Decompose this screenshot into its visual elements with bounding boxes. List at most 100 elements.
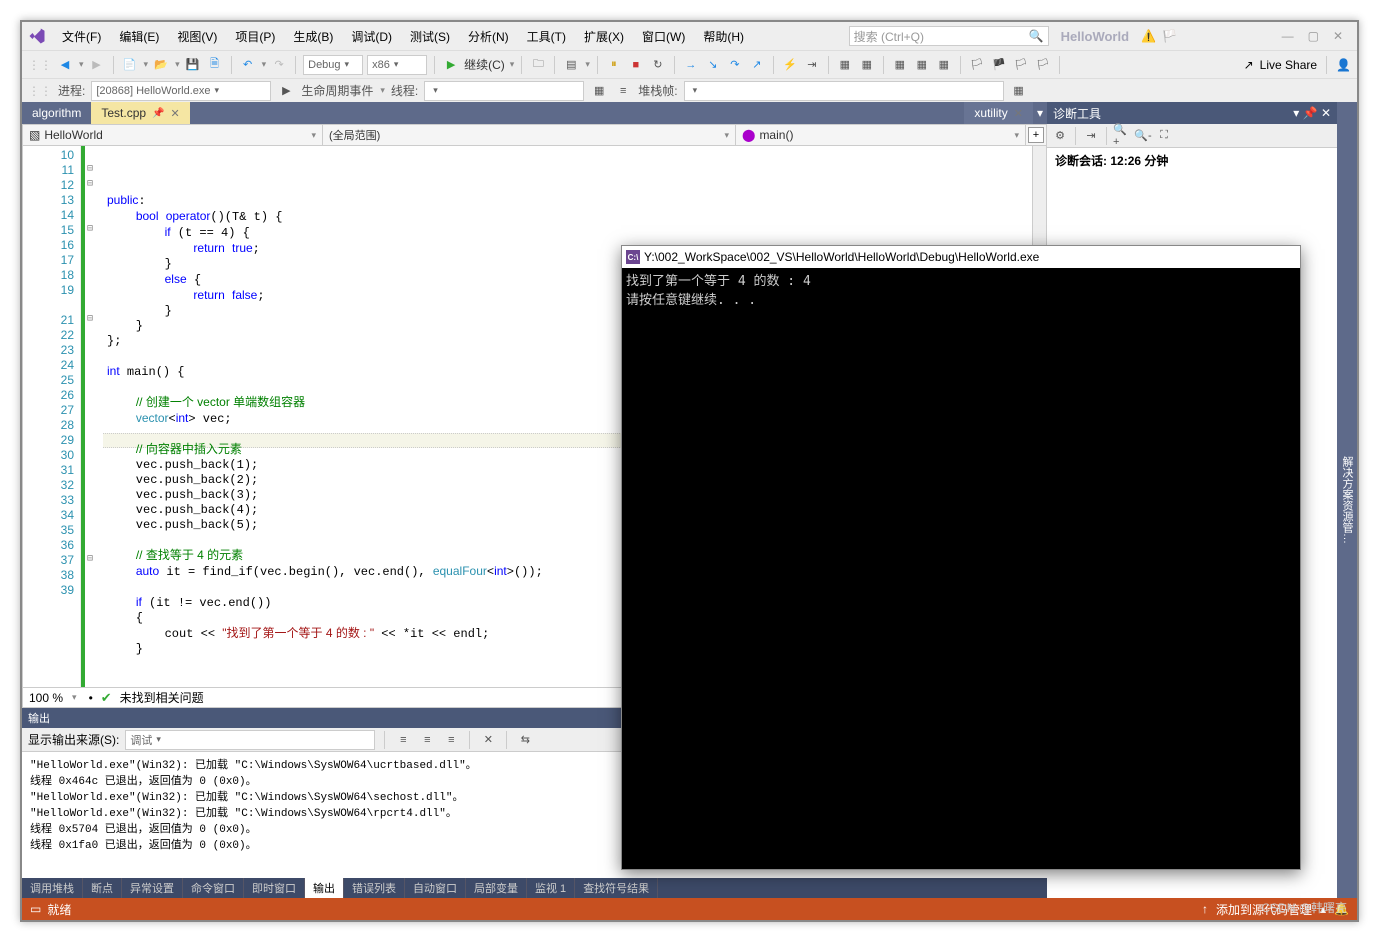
zoom-level[interactable]: 100 %: [29, 691, 63, 705]
solution-explorer-tab[interactable]: 解决方案资源管…: [1337, 102, 1357, 898]
platform-combo[interactable]: x86: [367, 55, 427, 75]
bottom-tab[interactable]: 自动窗口: [405, 878, 466, 898]
bottom-tab[interactable]: 断点: [83, 878, 122, 898]
process-combo[interactable]: [20868] HelloWorld.exe: [91, 81, 271, 101]
menu-help[interactable]: 帮助(H): [695, 24, 752, 49]
thread-combo[interactable]: [424, 81, 584, 101]
pin-icon[interactable]: 📌: [152, 108, 164, 119]
expand-button[interactable]: +: [1028, 127, 1044, 143]
out-tb2[interactable]: ≡: [418, 731, 436, 749]
output-source-combo[interactable]: 调试: [125, 730, 375, 750]
config-combo[interactable]: Debug: [303, 55, 363, 75]
close-icon[interactable]: ✕: [1321, 106, 1331, 120]
tab-dropdown-icon[interactable]: ▾: [1037, 106, 1043, 120]
thread-icon[interactable]: ▦: [590, 82, 608, 100]
close-tab-icon[interactable]: ✕: [171, 107, 180, 120]
step-over-icon[interactable]: ↷: [726, 56, 744, 74]
close-button[interactable]: ✕: [1333, 29, 1343, 43]
nav-scope[interactable]: ▧HelloWorld: [23, 125, 323, 145]
tb-icon2[interactable]: ▤: [562, 56, 580, 74]
tb-i[interactable]: 🏴: [990, 56, 1008, 74]
tb-h[interactable]: 🏳: [968, 56, 986, 74]
save-button[interactable]: 💾: [184, 56, 202, 74]
menu-tools[interactable]: 工具(T): [519, 24, 574, 49]
out-tb3[interactable]: ≡: [442, 731, 460, 749]
continue-button[interactable]: 继续(C): [464, 56, 505, 73]
zoom-fit-icon[interactable]: ⛶: [1155, 127, 1173, 145]
bottom-tab[interactable]: 错误列表: [344, 878, 405, 898]
menu-view[interactable]: 视图(V): [169, 24, 225, 49]
menu-window[interactable]: 窗口(W): [634, 24, 693, 49]
bottom-tab[interactable]: 调用堆栈: [22, 878, 83, 898]
tab-algorithm[interactable]: algorithm: [22, 102, 91, 124]
zoom-in-icon[interactable]: 🔍+: [1113, 127, 1131, 145]
step-out-icon[interactable]: ↗: [748, 56, 766, 74]
open-button[interactable]: 📂: [152, 56, 170, 74]
account-icon[interactable]: 👤: [1336, 58, 1351, 72]
undo-button[interactable]: ↶: [239, 56, 257, 74]
tb-d[interactable]: ▦: [858, 56, 876, 74]
thread-icon2[interactable]: ≡: [614, 82, 632, 100]
menu-extensions[interactable]: 扩展(X): [576, 24, 632, 49]
nav-mid[interactable]: (全局范围): [323, 125, 736, 145]
tb-e[interactable]: ▦: [891, 56, 909, 74]
menu-build[interactable]: 生成(B): [285, 24, 341, 49]
stop-button[interactable]: ■: [627, 56, 645, 74]
bottom-tab[interactable]: 异常设置: [122, 878, 183, 898]
menu-edit[interactable]: 编辑(E): [111, 24, 167, 49]
pin-icon[interactable]: ▾ 📌: [1293, 106, 1317, 120]
back-button[interactable]: ◀: [56, 56, 74, 74]
bottom-tab[interactable]: 查找符号结果: [575, 878, 658, 898]
tb-g[interactable]: ▦: [935, 56, 953, 74]
tb-j[interactable]: 🏳: [1012, 56, 1030, 74]
out-tb1[interactable]: ≡: [394, 731, 412, 749]
redo-button[interactable]: ↷: [270, 56, 288, 74]
minimize-button[interactable]: —: [1282, 29, 1294, 43]
publish-icon[interactable]: ↑: [1202, 902, 1208, 916]
code-editor[interactable]: 1011121314151617181921222324252627282930…: [22, 146, 1047, 688]
menu-project[interactable]: 项目(P): [227, 24, 283, 49]
forward-button[interactable]: ▶: [88, 56, 106, 74]
maximize-button[interactable]: ▢: [1308, 29, 1319, 43]
liveshare-icon[interactable]: ↗: [1244, 58, 1254, 72]
flag-icon[interactable]: 🏳️: [1162, 29, 1177, 43]
step-into-icon[interactable]: ↘: [704, 56, 722, 74]
tb-icon1[interactable]: 🗀: [529, 56, 547, 74]
bottom-tab[interactable]: 监视 1: [527, 878, 575, 898]
liveshare-button[interactable]: Live Share: [1260, 58, 1317, 72]
out-tb5[interactable]: ⇆: [516, 731, 534, 749]
stack-icon[interactable]: ▦: [1010, 82, 1028, 100]
code-area[interactable]: public: bool operator()(T& t) { if (t ==…: [103, 146, 1032, 687]
lifecycle-icon[interactable]: ▶: [277, 82, 295, 100]
close-tab-icon[interactable]: ✕: [1014, 107, 1023, 120]
step-next-icon[interactable]: →: [682, 56, 700, 74]
zoom-out-icon[interactable]: 🔍-: [1134, 127, 1152, 145]
fold-margin[interactable]: ⊟ ⊟ ⊟ ⊟ ⊟: [85, 146, 103, 687]
menu-debug[interactable]: 调试(D): [343, 24, 400, 49]
menu-file[interactable]: 文件(F): [54, 24, 109, 49]
new-button[interactable]: 📄: [121, 56, 139, 74]
pause-button[interactable]: ⏸: [605, 56, 623, 74]
bottom-tab[interactable]: 命令窗口: [183, 878, 244, 898]
bottom-tab[interactable]: 输出: [305, 878, 344, 898]
continue-icon[interactable]: ▶: [442, 56, 460, 74]
tab-test-cpp[interactable]: Test.cpp 📌 ✕: [91, 102, 189, 124]
menu-test[interactable]: 测试(S): [402, 24, 458, 49]
tb-c[interactable]: ▦: [836, 56, 854, 74]
tb-f[interactable]: ▦: [913, 56, 931, 74]
menu-analyze[interactable]: 分析(N): [460, 24, 517, 49]
restart-button[interactable]: ↻: [649, 56, 667, 74]
out-tb4[interactable]: ✕: [479, 731, 497, 749]
stack-combo[interactable]: [684, 81, 1004, 101]
tb-a[interactable]: ⚡: [781, 56, 799, 74]
search-input[interactable]: 搜索 (Ctrl+Q) 🔍: [849, 26, 1049, 46]
nav-func[interactable]: ⬤main(): [736, 125, 1026, 145]
tb-b[interactable]: ⇥: [803, 56, 821, 74]
bottom-tab[interactable]: 即时窗口: [244, 878, 305, 898]
tb-k[interactable]: 🏳: [1034, 56, 1052, 74]
diag-select-icon[interactable]: ⇥: [1082, 127, 1100, 145]
diag-settings-icon[interactable]: ⚙: [1051, 127, 1069, 145]
save-all-button[interactable]: 🗎: [206, 56, 224, 74]
bottom-tab[interactable]: 局部变量: [466, 878, 527, 898]
tab-xutility[interactable]: xutility✕: [964, 102, 1033, 124]
